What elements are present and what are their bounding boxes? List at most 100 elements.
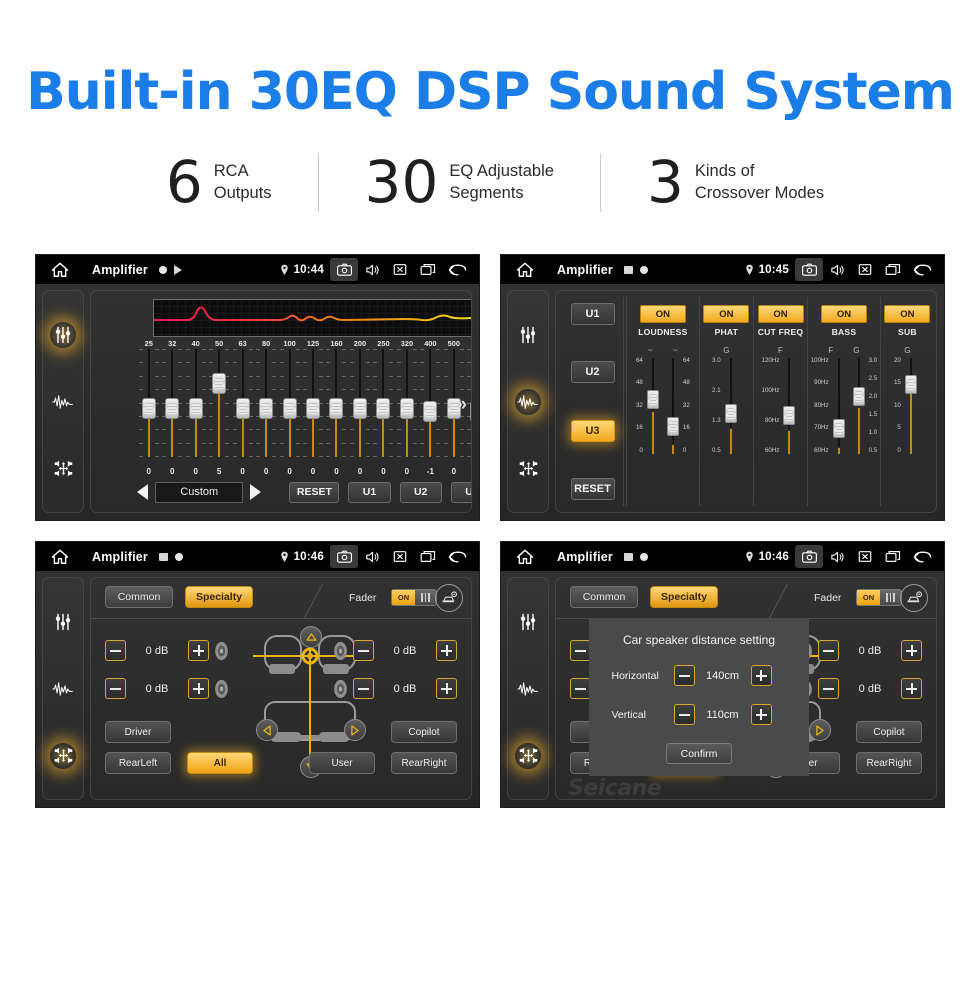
sub-on-button[interactable]: ON: [884, 305, 931, 323]
next-page-chevron-icon[interactable]: »: [456, 395, 467, 414]
back-arrow-icon[interactable]: [907, 258, 935, 281]
home-icon[interactable]: [515, 260, 535, 280]
front-right-minus-button[interactable]: [353, 640, 374, 661]
camera-icon[interactable]: [330, 258, 358, 281]
eq-slider-track[interactable]: [256, 349, 277, 457]
eq-slider-track[interactable]: [326, 349, 347, 457]
eq-slider-handle[interactable]: [470, 400, 471, 422]
crossover-slider-track[interactable]: [852, 358, 865, 454]
position-rearright-button[interactable]: RearRight: [856, 752, 922, 774]
position-copilot-button[interactable]: Copilot: [391, 721, 457, 743]
reset-button[interactable]: RESET: [289, 481, 340, 503]
front-left-plus-button[interactable]: [188, 640, 209, 661]
home-icon[interactable]: [50, 547, 70, 567]
rear-right-plus-button[interactable]: [901, 678, 922, 699]
eq-slider-track[interactable]: [373, 349, 394, 457]
eq-slider-track[interactable]: [138, 349, 159, 457]
equalizer-icon[interactable]: [50, 609, 76, 635]
preset-next-button[interactable]: [246, 483, 265, 501]
rear-right-minus-button[interactable]: [353, 678, 374, 699]
recent-apps-icon[interactable]: [879, 545, 907, 568]
rear-left-minus-button[interactable]: [570, 678, 591, 699]
eq-slider-track[interactable]: [349, 349, 370, 457]
eq-slider-handle[interactable]: [376, 397, 391, 419]
eq-slider-track[interactable]: [420, 349, 441, 457]
crossover-slider-handle[interactable]: [724, 404, 737, 424]
car-settings-button[interactable]: [900, 584, 928, 612]
waveform-icon[interactable]: [50, 676, 76, 702]
eq-slider-handle[interactable]: [306, 397, 321, 419]
preset-display[interactable]: Custom: [155, 481, 244, 503]
eq-slider-handle[interactable]: [399, 397, 414, 419]
eq-slider-handle[interactable]: [165, 397, 180, 419]
phat-on-button[interactable]: ON: [703, 305, 750, 323]
camera-icon[interactable]: [795, 545, 823, 568]
eq-slider-handle[interactable]: [188, 397, 203, 419]
crossover-slider-track[interactable]: [783, 358, 796, 454]
position-driver-button[interactable]: Driver: [105, 721, 171, 743]
preset-u2-button[interactable]: U2: [570, 361, 615, 384]
eq-slider-track[interactable]: [209, 349, 230, 457]
mute-x-icon[interactable]: [386, 258, 414, 281]
user-preset-u3-button[interactable]: U3: [450, 481, 471, 503]
crossover-slider-track[interactable]: [666, 358, 679, 454]
car-settings-button[interactable]: [435, 584, 463, 612]
fader-toggle[interactable]: ON: [856, 589, 902, 606]
vertical-plus-button[interactable]: [750, 704, 772, 725]
crossover-slider-handle[interactable]: [832, 419, 845, 439]
back-arrow-icon[interactable]: [442, 545, 470, 568]
pad-right-button[interactable]: [809, 719, 831, 741]
crossover-slider-handle[interactable]: [666, 417, 679, 437]
mute-x-icon[interactable]: [851, 545, 879, 568]
rear-left-minus-button[interactable]: [105, 678, 126, 699]
eq-slider-handle[interactable]: [352, 397, 367, 419]
home-icon[interactable]: [515, 547, 535, 567]
volume-icon[interactable]: [823, 545, 851, 568]
user-preset-u2-button[interactable]: U2: [399, 481, 442, 503]
crossover-slider-track[interactable]: [904, 358, 917, 454]
volume-icon[interactable]: [358, 545, 386, 568]
preset-u3-button[interactable]: U3: [570, 419, 615, 442]
equalizer-icon[interactable]: [50, 321, 76, 348]
fader-toggle[interactable]: ON: [391, 589, 437, 606]
eq-slider-track[interactable]: [232, 349, 253, 457]
eq-slider-track[interactable]: [303, 349, 324, 457]
back-arrow-icon[interactable]: [442, 258, 470, 281]
tab-specialty[interactable]: Specialty: [650, 586, 718, 608]
cut-freq-on-button[interactable]: ON: [757, 305, 804, 323]
crossover-slider-handle[interactable]: [904, 374, 917, 394]
eq-slider-handle[interactable]: [212, 373, 227, 395]
eq-slider-track[interactable]: [162, 349, 183, 457]
preset-u1-button[interactable]: U1: [570, 303, 615, 325]
balance-icon[interactable]: [50, 742, 76, 769]
horizontal-plus-button[interactable]: [750, 665, 772, 686]
mute-x-icon[interactable]: [386, 545, 414, 568]
crossover-slider-track[interactable]: [832, 358, 845, 454]
pad-right-button[interactable]: [344, 719, 366, 741]
preset-prev-button[interactable]: [133, 483, 152, 501]
confirm-button[interactable]: Confirm: [666, 743, 732, 764]
eq-slider-handle[interactable]: [235, 397, 250, 419]
volume-icon[interactable]: [358, 258, 386, 281]
recent-apps-icon[interactable]: [879, 258, 907, 281]
position-user-button[interactable]: User: [309, 752, 375, 774]
volume-icon[interactable]: [823, 258, 851, 281]
front-left-minus-button[interactable]: [570, 640, 591, 661]
waveform-icon[interactable]: [515, 676, 541, 702]
position-all-button[interactable]: All: [187, 752, 253, 774]
eq-slider-track[interactable]: [185, 349, 206, 457]
recent-apps-icon[interactable]: [414, 545, 442, 568]
front-right-minus-button[interactable]: [818, 640, 839, 661]
position-rearright-button[interactable]: RearRight: [391, 752, 457, 774]
loudness-on-button[interactable]: ON: [639, 305, 686, 323]
balance-icon[interactable]: [50, 456, 76, 482]
eq-slider-handle[interactable]: [141, 397, 156, 419]
preset-reset-button[interactable]: RESET: [570, 477, 615, 500]
crossover-slider-track[interactable]: [646, 358, 659, 454]
camera-icon[interactable]: [330, 545, 358, 568]
waveform-icon[interactable]: [50, 389, 76, 415]
front-right-plus-button[interactable]: [901, 640, 922, 661]
eq-slider-handle[interactable]: [423, 400, 438, 422]
crossover-slider-handle[interactable]: [852, 387, 865, 407]
recent-apps-icon[interactable]: [414, 258, 442, 281]
